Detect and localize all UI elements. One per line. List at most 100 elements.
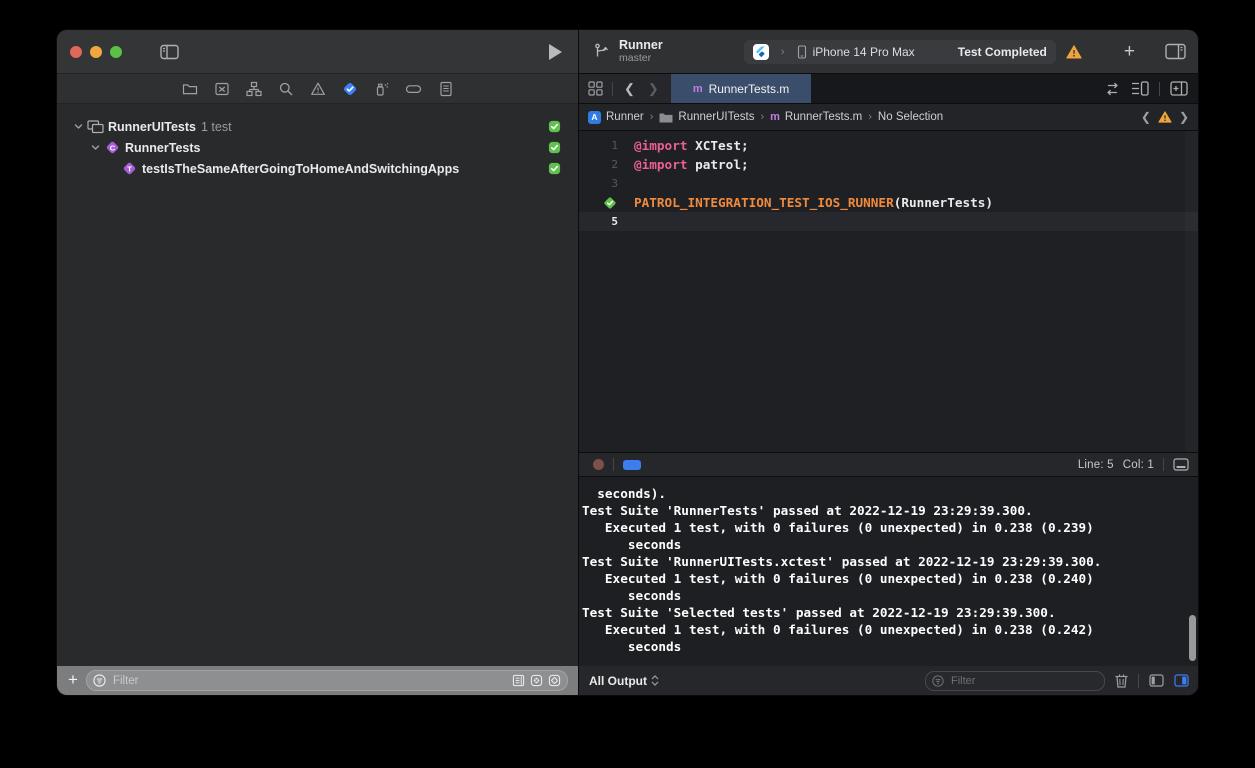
selection-marker-icon[interactable] — [623, 460, 641, 470]
navigator-pane: RunnerUITests1 testCRunnerTestsTtestIsTh… — [57, 30, 578, 695]
breadcrumb-label: RunnerUITests — [678, 111, 754, 123]
issue-navigator-icon[interactable] — [309, 80, 327, 98]
next-issue-button[interactable]: ❯ — [1179, 110, 1189, 124]
flutter-scheme-icon — [753, 44, 769, 60]
line-number-gutter[interactable]: 1 — [579, 139, 624, 152]
chevron-down-icon[interactable] — [87, 143, 103, 152]
left-titlebar — [57, 30, 578, 74]
warning-badge-icon[interactable] — [1158, 111, 1172, 123]
code-line[interactable]: 2@import patrol; — [579, 155, 1198, 174]
add-editor-icon[interactable] — [1170, 81, 1188, 96]
tab-bar: ❮ ❯ m RunnerTests.m — [579, 74, 1198, 104]
minimize-button[interactable] — [90, 46, 102, 58]
test-class-icon: C — [104, 139, 121, 156]
warning-indicator-icon[interactable] — [1066, 45, 1082, 59]
add-button[interactable]: + — [68, 671, 78, 688]
inspector-toggle-icon[interactable] — [1165, 43, 1186, 60]
tree-row[interactable]: TtestIsTheSameAfterGoingToHomeAndSwitchi… — [57, 158, 578, 179]
breadcrumb-label: Runner — [606, 111, 644, 123]
go-forward-button[interactable]: ❯ — [646, 81, 661, 97]
show-tests-with-logs-icon[interactable] — [512, 674, 525, 687]
library-add-button[interactable]: + — [1124, 41, 1135, 63]
tree-row[interactable]: RunnerUITests1 test — [57, 116, 578, 137]
project-navigator-icon[interactable] — [181, 80, 199, 98]
zoom-button[interactable] — [110, 46, 122, 58]
code-line[interactable]: 1@import XCTest; — [579, 136, 1198, 155]
navigator-tab-bar — [57, 74, 578, 104]
console-scrollbar[interactable] — [1189, 615, 1196, 661]
console-line: Test Suite 'RunnerUITests.xctest' passed… — [582, 553, 1184, 570]
source-control-navigator-icon[interactable] — [213, 80, 231, 98]
folder-icon — [659, 112, 673, 123]
editor-scrollbar[interactable] — [1185, 131, 1198, 452]
tree-row[interactable]: CRunnerTests — [57, 137, 578, 158]
project-app-icon: A — [588, 111, 601, 124]
go-back-button[interactable]: ❮ — [622, 81, 637, 97]
line-number-gutter[interactable]: 3 — [579, 177, 624, 190]
tree-item-label: RunnerUITests — [108, 120, 196, 134]
toggle-sidebar-icon[interactable] — [160, 44, 179, 60]
svg-text:C: C — [110, 143, 116, 152]
close-button[interactable] — [70, 46, 82, 58]
test-passed-diamond-icon — [602, 195, 618, 211]
console-filter-field[interactable] — [925, 671, 1105, 691]
console-line: Test Suite 'RunnerTests' passed at 2022-… — [582, 502, 1184, 519]
breakpoint-navigator-icon[interactable] — [405, 80, 423, 98]
line-number-gutter[interactable]: 2 — [579, 158, 624, 171]
breadcrumb-item[interactable]: No Selection — [878, 111, 943, 123]
test-navigator-icon[interactable] — [341, 80, 359, 98]
adjust-editor-options-icon[interactable] — [1131, 81, 1149, 96]
show-flagged-tests-icon[interactable] — [548, 674, 561, 687]
dock-bottom-icon[interactable] — [1173, 458, 1189, 471]
test-bundle-icon — [87, 120, 104, 134]
tab-runnertests-m[interactable]: m RunnerTests.m — [671, 74, 811, 103]
line-number-gutter[interactable] — [579, 195, 624, 211]
breadcrumb-label: RunnerTests.m — [785, 111, 862, 123]
breadcrumb-item[interactable]: RunnerUITests — [659, 111, 754, 123]
related-items-icon[interactable] — [588, 81, 603, 96]
breadcrumb-label: No Selection — [878, 111, 943, 123]
activity-viewer[interactable]: › iPhone 14 Pro Max Test Completed — [744, 40, 1056, 64]
debug-navigator-icon[interactable] — [373, 80, 391, 98]
navigator-filter-field[interactable] — [86, 670, 568, 691]
breadcrumb-item[interactable]: A Runner — [588, 111, 644, 124]
code-line[interactable]: 5 — [579, 212, 1198, 231]
scheme-block[interactable]: Runner master — [593, 39, 663, 64]
branch-icon — [593, 42, 611, 60]
symbol-navigator-icon[interactable] — [245, 80, 263, 98]
report-navigator-icon[interactable] — [437, 80, 455, 98]
tree-item-label: testIsTheSameAfterGoingToHomeAndSwitchin… — [142, 162, 459, 176]
line-number-gutter[interactable]: 5 — [579, 215, 624, 228]
filter-icon — [93, 674, 106, 687]
output-mode-selector[interactable]: All Output — [589, 674, 659, 688]
console-filter-input[interactable] — [949, 674, 1098, 688]
console-line: Executed 1 test, with 0 failures (0 unex… — [582, 621, 1184, 638]
code-review-icon[interactable] — [1104, 82, 1121, 96]
console-line: Test Suite 'Selected tests' passed at 20… — [582, 604, 1184, 621]
source-editor[interactable]: 1@import XCTest;2@import patrol; 3 PATROL_… — [579, 131, 1198, 452]
prev-issue-button[interactable]: ❮ — [1141, 110, 1151, 124]
objc-file-icon: m — [770, 111, 780, 123]
breadcrumbs: ARunner›RunnerUITests›mRunnerTests.m›No … — [588, 111, 943, 124]
chevron-down-icon[interactable] — [70, 122, 86, 131]
clear-console-icon[interactable] — [1115, 673, 1128, 688]
tab-title: RunnerTests.m — [709, 82, 790, 96]
test-tree: RunnerUITests1 testCRunnerTestsTtestIsTh… — [57, 104, 578, 666]
code-line[interactable]: PATROL_INTEGRATION_TEST_IOS_RUNNER(Runne… — [579, 193, 1198, 212]
run-button[interactable] — [549, 44, 562, 60]
breadcrumb-item[interactable]: m RunnerTests.m — [770, 111, 862, 123]
code-line[interactable]: 3 — [579, 174, 1198, 193]
show-console-view-icon[interactable] — [1174, 674, 1189, 687]
console-line: seconds — [582, 587, 1184, 604]
find-navigator-icon[interactable] — [277, 80, 295, 98]
objc-file-icon: m — [693, 83, 703, 95]
debug-console[interactable]: seconds).Test Suite 'RunnerTests' passed… — [579, 477, 1198, 666]
author-dot-icon[interactable] — [593, 459, 604, 470]
show-variables-view-icon[interactable] — [1149, 674, 1164, 687]
show-failed-tests-icon[interactable] — [530, 674, 543, 687]
navigator-filter-input[interactable] — [111, 674, 507, 688]
editor-pane: Runner master › iPhone 14 Pro Max Test C… — [579, 30, 1198, 695]
toolbar: Runner master › iPhone 14 Pro Max Test C… — [579, 30, 1198, 74]
navigator-filter-bar: + — [57, 666, 578, 695]
test-method-icon: T — [121, 160, 138, 177]
